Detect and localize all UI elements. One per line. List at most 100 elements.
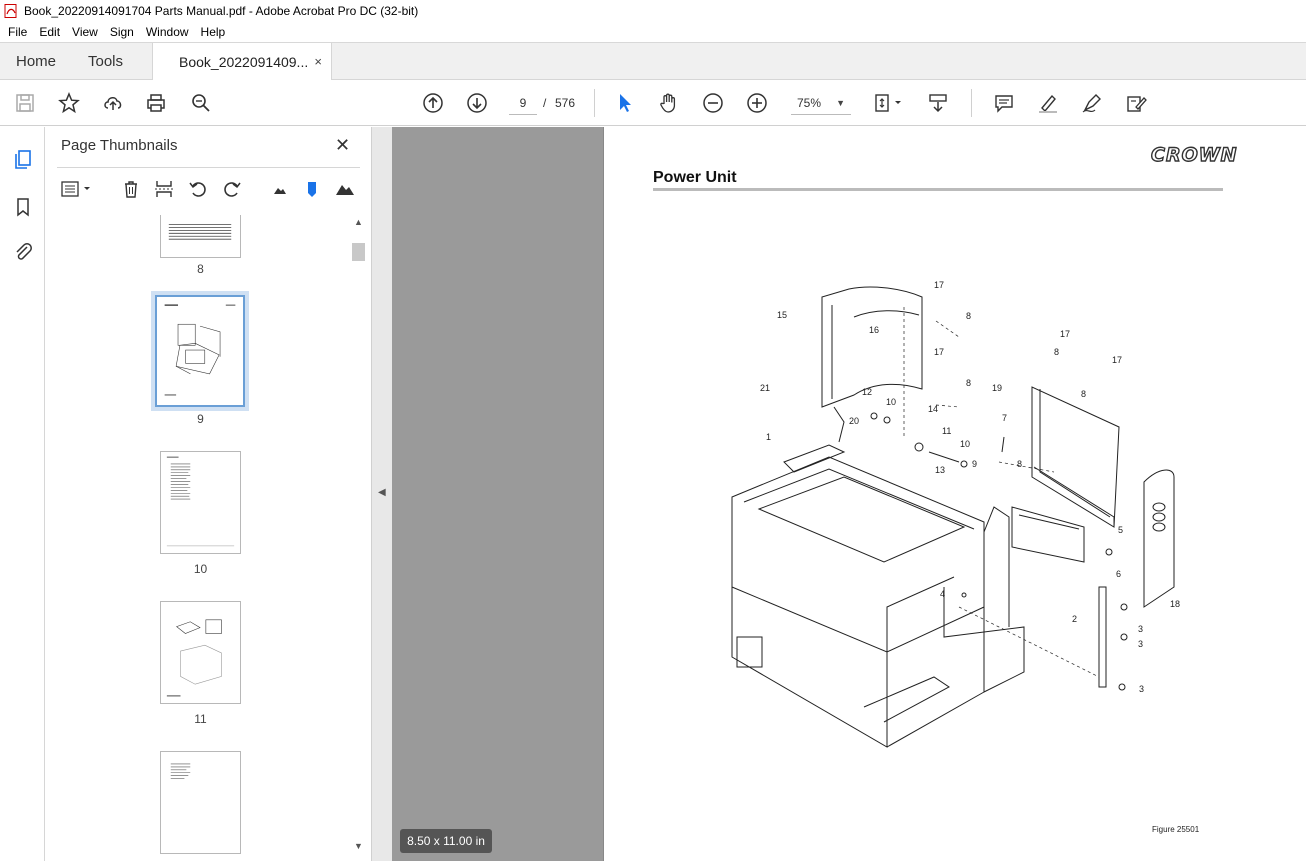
tab-home[interactable]: Home bbox=[16, 43, 56, 80]
page-thumbnail-8[interactable] bbox=[160, 215, 241, 258]
page-number-input[interactable]: 9 bbox=[509, 91, 537, 115]
zoom-out-icon[interactable] bbox=[701, 91, 725, 115]
collapse-panel-handle[interactable]: ◀ bbox=[372, 127, 392, 861]
callout: 5 bbox=[1118, 525, 1123, 535]
figure-label: Figure 25501 bbox=[1152, 825, 1200, 834]
thumbnail-size-slider-icon[interactable] bbox=[300, 177, 324, 201]
callout: 4 bbox=[940, 589, 945, 599]
thumbnail-label: 9 bbox=[197, 412, 204, 426]
zoom-level-select[interactable]: 75% ▼ bbox=[791, 91, 851, 115]
thumbnail-label: 8 bbox=[197, 262, 204, 276]
toolbar: 9 / 576 75% ▼ bbox=[0, 80, 1306, 126]
zoom-level-value: 75% bbox=[797, 96, 822, 110]
thumbnail-large-icon[interactable] bbox=[333, 177, 357, 201]
zoom-search-icon[interactable] bbox=[189, 91, 213, 115]
panel-title: Page Thumbnails bbox=[61, 137, 178, 154]
thumbnail-list: 8 9 10 11 bbox=[45, 215, 350, 861]
save-icon[interactable] bbox=[13, 91, 37, 115]
page-thumbnail-9[interactable] bbox=[151, 291, 249, 411]
tab-document[interactable]: Book_2022091409... × bbox=[152, 43, 332, 81]
page-thumbnail-11[interactable] bbox=[160, 601, 241, 704]
callout: 8 bbox=[1054, 347, 1059, 357]
tab-close-icon[interactable]: × bbox=[314, 54, 322, 69]
chevron-down-icon: ▼ bbox=[836, 98, 845, 108]
delete-page-icon[interactable] bbox=[119, 177, 143, 201]
page-separator: / bbox=[543, 96, 547, 110]
menu-help[interactable]: Help bbox=[195, 25, 232, 39]
callout: 11 bbox=[942, 426, 951, 436]
hand-tool-icon[interactable] bbox=[657, 91, 681, 115]
rotate-right-icon[interactable] bbox=[220, 177, 244, 201]
callout: 13 bbox=[935, 465, 945, 475]
split-page-icon[interactable] bbox=[152, 177, 176, 201]
panel-divider bbox=[57, 167, 360, 168]
exploded-parts-diagram: 1 2 3 3 3 4 5 6 7 8 8 8 8 8 9 10 10 11 1… bbox=[731, 280, 1180, 748]
select-cursor-icon[interactable] bbox=[613, 91, 637, 115]
brand-logo: CROWN bbox=[1150, 143, 1238, 166]
callout: 16 bbox=[869, 325, 879, 335]
highlight-pen-icon[interactable] bbox=[1036, 91, 1060, 115]
scroll-up-icon[interactable]: ▲ bbox=[354, 217, 363, 227]
callout: 6 bbox=[1116, 569, 1121, 579]
callout: 3 bbox=[1139, 684, 1144, 694]
tab-tools[interactable]: Tools bbox=[88, 43, 123, 80]
thumbnail-label: 11 bbox=[194, 712, 207, 726]
menu-sign[interactable]: Sign bbox=[104, 25, 140, 39]
callout: 15 bbox=[777, 310, 787, 320]
page-thumbnails-icon[interactable] bbox=[11, 147, 35, 171]
page-fit-icon[interactable] bbox=[872, 91, 904, 115]
menu-view[interactable]: View bbox=[66, 25, 104, 39]
scroll-down-icon[interactable]: ▼ bbox=[354, 841, 363, 851]
left-rail bbox=[0, 127, 45, 861]
zoom-in-icon[interactable] bbox=[745, 91, 769, 115]
callout: 9 bbox=[972, 459, 977, 469]
callout: 1 bbox=[766, 432, 771, 442]
document-viewer[interactable]: CROWN Power Unit 1 2 3 3 3 4 5 6 7 8 8 8… bbox=[392, 127, 1306, 861]
callout: 17 bbox=[934, 280, 944, 290]
window-title: Book_20220914091704 Parts Manual.pdf - A… bbox=[24, 4, 419, 18]
acrobat-pdf-icon bbox=[4, 4, 17, 18]
close-icon[interactable]: ✕ bbox=[335, 135, 350, 156]
thumbnail-scrollbar[interactable]: ▲ ▼ bbox=[350, 215, 367, 859]
fill-sign-icon[interactable] bbox=[1124, 91, 1148, 115]
collapse-arrow-icon: ◀ bbox=[378, 487, 386, 498]
rotate-left-icon[interactable] bbox=[186, 177, 210, 201]
bookmark-icon[interactable] bbox=[11, 195, 35, 219]
star-icon[interactable] bbox=[57, 91, 81, 115]
scrollbar-thumb[interactable] bbox=[352, 243, 365, 261]
callout: 3 bbox=[1138, 624, 1143, 634]
callout: 8 bbox=[1081, 389, 1086, 399]
callout: 7 bbox=[1002, 413, 1007, 423]
draw-pen-icon[interactable] bbox=[1080, 91, 1104, 115]
callout: 19 bbox=[992, 383, 1002, 393]
thumbnail-label: 10 bbox=[193, 562, 208, 576]
menu-file[interactable]: File bbox=[2, 25, 33, 39]
callout: 17 bbox=[1112, 355, 1122, 365]
tab-document-label: Book_2022091409... bbox=[179, 54, 309, 70]
next-page-icon[interactable] bbox=[465, 91, 489, 115]
callout: 18 bbox=[1170, 599, 1180, 609]
upload-cloud-icon[interactable] bbox=[101, 91, 125, 115]
comment-icon[interactable] bbox=[992, 91, 1016, 115]
previous-page-icon[interactable] bbox=[421, 91, 445, 115]
scroll-mode-icon[interactable] bbox=[926, 91, 950, 115]
menu-window[interactable]: Window bbox=[140, 25, 195, 39]
callout: 10 bbox=[886, 397, 896, 407]
thumbnails-panel: Page Thumbnails ✕ 8 9 10 11 ▲ ▼ bbox=[45, 127, 372, 861]
callout: 17 bbox=[934, 347, 944, 357]
toolbar-divider bbox=[594, 89, 595, 117]
callout: 8 bbox=[966, 311, 971, 321]
tab-bar: Home Tools Book_2022091409... × bbox=[0, 42, 1306, 81]
thumbnail-options-icon[interactable] bbox=[60, 177, 96, 201]
print-icon[interactable] bbox=[144, 91, 168, 115]
callout: 2 bbox=[1072, 614, 1077, 624]
callout: 17 bbox=[1060, 329, 1070, 339]
thumbnail-small-icon[interactable] bbox=[268, 177, 292, 201]
callout: 10 bbox=[960, 439, 970, 449]
page-thumbnail-12[interactable] bbox=[160, 751, 241, 854]
page-heading: Power Unit bbox=[653, 169, 737, 186]
menu-edit[interactable]: Edit bbox=[33, 25, 66, 39]
toolbar-divider bbox=[971, 89, 972, 117]
page-thumbnail-10[interactable] bbox=[160, 451, 241, 554]
attachment-icon[interactable] bbox=[11, 240, 35, 264]
